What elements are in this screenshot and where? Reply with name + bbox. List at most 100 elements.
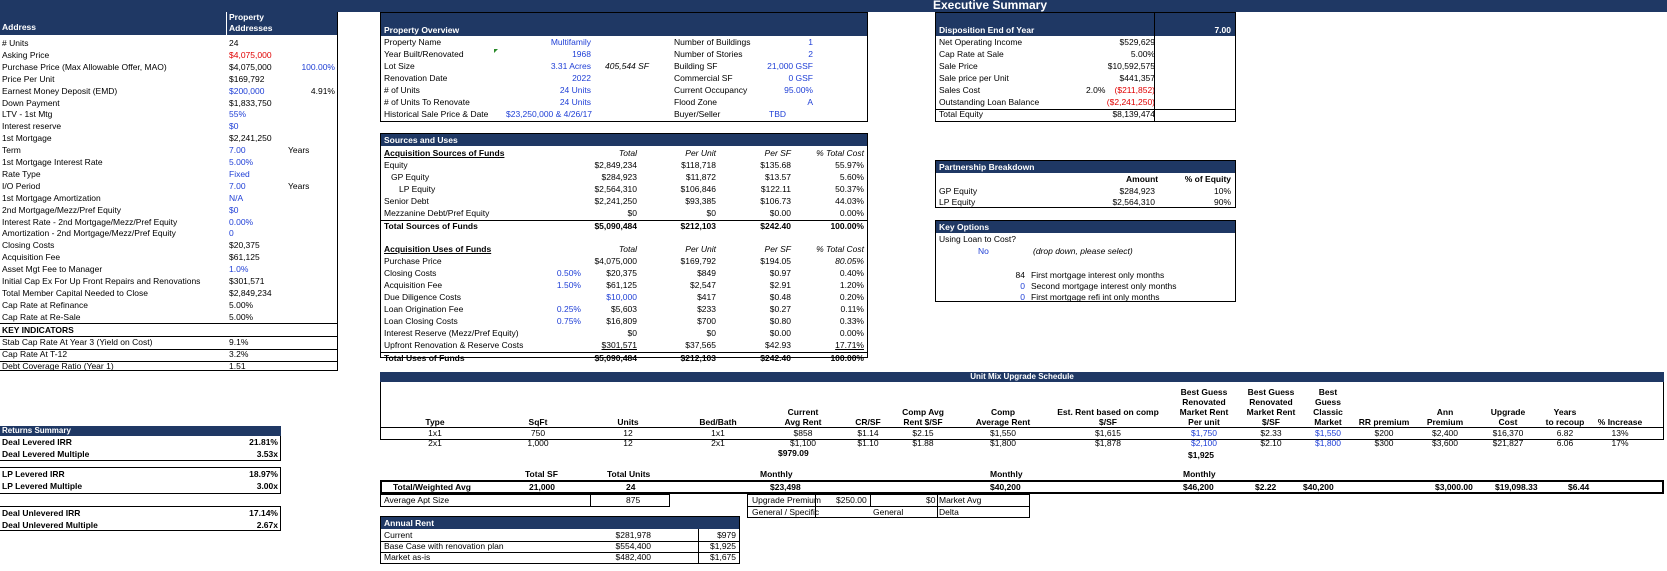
unit-mix-cell: 1x1 [428, 428, 442, 438]
partnership-col-amount: Amount [1126, 174, 1159, 184]
line-value: 1.20% [839, 280, 864, 290]
annual-rent-label: Market as-is [384, 552, 431, 562]
annual-rent-rule [381, 563, 739, 564]
disposition-value: $8,139,474 [1112, 109, 1155, 119]
column-header: Per Unit [685, 148, 716, 158]
annual-rent-value: $482,400 [615, 552, 651, 562]
line-value: 55.97% [835, 160, 864, 170]
input-row-value: $4,075,000 [229, 49, 272, 60]
line-value: $2,241,250 [594, 196, 637, 206]
page-title: Executive Summary [932, 0, 1048, 12]
line-value: 50.37% [835, 184, 864, 194]
line-value: $135.68 [760, 160, 791, 170]
overview-value: 1 [808, 37, 813, 47]
line-label: Loan Closing Costs [384, 316, 458, 326]
input-row-unit: Years [288, 145, 310, 156]
line-value: $37,565 [685, 340, 716, 350]
column-header: Comp Average Rent [975, 407, 1031, 427]
overview-value: A [807, 97, 813, 107]
line-value: $2,849,234 [594, 160, 637, 170]
partnership-amount: $2,564,310 [1112, 197, 1155, 207]
total-value: $5,090,484 [594, 221, 637, 231]
input-row-value: 0 [229, 228, 234, 239]
column-header: % Total Cost [816, 148, 864, 158]
line-value: $122.11 [760, 184, 791, 194]
loan-to-cost-select[interactable]: No [978, 246, 989, 256]
line-value: $106,846 [680, 184, 716, 194]
overview-label: Flood Zone [674, 97, 717, 107]
line-value: $194.05 [760, 256, 791, 266]
input-row-label: Amortization - 2nd Mortgage/Mezz/Pref Eq… [2, 228, 176, 239]
input-row-label: Closing Costs [2, 240, 55, 251]
input-row-label: Interest reserve [2, 121, 62, 132]
premium-box [747, 494, 1030, 518]
input-row-value: 1.0% [229, 264, 249, 275]
total-value: 100.00% [830, 353, 864, 363]
overview-value: 2022 [572, 73, 591, 83]
address-label: Address [2, 22, 37, 32]
indicator-label: Debt Coverage Ratio (Year 1) [2, 361, 114, 371]
line-value: 0.00% [839, 208, 864, 218]
input-row-label: 1st Mortgage Interest Rate [2, 157, 103, 167]
indicator-label: Stab Cap Rate At Year 3 (Yield on Cost) [2, 337, 153, 347]
column-header: Est. Rent based on comp $/SF [1057, 407, 1159, 427]
overview-value: TBD [769, 109, 786, 119]
total-value: $212,103 [680, 221, 716, 231]
line-label: Upfront Renovation & Reserve Costs [384, 340, 524, 350]
unit-mix-cell: $2,400 [1432, 428, 1458, 438]
line-value: $2,564,310 [594, 184, 637, 194]
returns-value: 3.00x [256, 481, 278, 491]
overview-value: 21,000 GSF [767, 61, 813, 71]
line-value: $0 [706, 208, 716, 218]
annual-rent-col-rule [698, 529, 699, 564]
unit-mix-cell: $1.10 [857, 438, 879, 448]
disposition-value: $10,592,575 [1107, 61, 1155, 71]
input-row-label: Down Payment [2, 97, 60, 108]
option-label: Second mortgage interest only months [1031, 281, 1177, 291]
overview-value: 2 [808, 49, 813, 59]
input-row-extra: 100.00% [301, 61, 335, 72]
unit-mix-cell: $1.88 [912, 438, 934, 448]
general-label: General [873, 507, 904, 517]
premium-col-rule-3 [937, 494, 938, 518]
input-row-value: $4,075,000 [229, 61, 272, 72]
section-title: Acquisition Sources of Funds [384, 148, 505, 158]
unit-mix-cell: $21,827 [1492, 438, 1524, 448]
line-label: Due Diligence Costs [384, 292, 462, 302]
returns-label: Deal Unlevered Multiple [2, 520, 98, 530]
disposition-pct: 2.0% [1086, 85, 1106, 95]
overview-title: Property Overview [384, 25, 460, 35]
line-pct: 0.50% [556, 268, 581, 278]
input-row-label: Cap Rate at Re-Sale [2, 311, 81, 322]
overview-marker [494, 49, 498, 53]
input-row-label: Asset Mgt Fee to Manager [2, 264, 103, 275]
disposition-value: $529,629 [1119, 37, 1155, 47]
line-value: $301,571 [601, 340, 637, 350]
input-row-value: 5.00% [229, 311, 254, 322]
column-header: Current Avg Rent [784, 407, 822, 427]
partnership-col-pct: % of Equity [1184, 174, 1231, 184]
column-header: Best Guess Renovated Market Rent $/SF [1246, 387, 1296, 427]
line-value: $233 [697, 304, 716, 314]
overview-label: Current Occupancy [674, 85, 748, 95]
line-value: 0.00% [839, 328, 864, 338]
unit-mix-cell: 6.06 [1556, 438, 1574, 448]
disposition-year: 7.00 [1214, 25, 1231, 35]
column-header: Total [618, 148, 637, 158]
input-row-value: $20,375 [229, 240, 260, 251]
unit-mix-cell: 2x1 [428, 438, 442, 448]
property-addresses-label: Property Addresses [229, 12, 273, 33]
property-overview: Property Overview Property Name Multifami… [380, 12, 868, 122]
line-value: $13.57 [765, 172, 791, 182]
line-value: $0 [706, 328, 716, 338]
overview-label: Year Built/Renovated [384, 49, 464, 59]
market-avg-label: Market Avg [939, 495, 982, 505]
unit-mix-cell: $2.10 [1260, 438, 1282, 448]
returns-group-2: LP Levered IRR 18.97% LP Levered Multiple 3… [0, 467, 281, 494]
input-row-label: Asking Price [2, 49, 50, 60]
unit-mix-cell: $200 [1374, 428, 1394, 438]
unit-mix-cell: 13% [1611, 428, 1629, 438]
input-row-label: 1st Mortgage [2, 133, 52, 144]
total-value: $242.40 [760, 221, 791, 231]
returns-label: Deal Unlevered IRR [2, 508, 81, 518]
